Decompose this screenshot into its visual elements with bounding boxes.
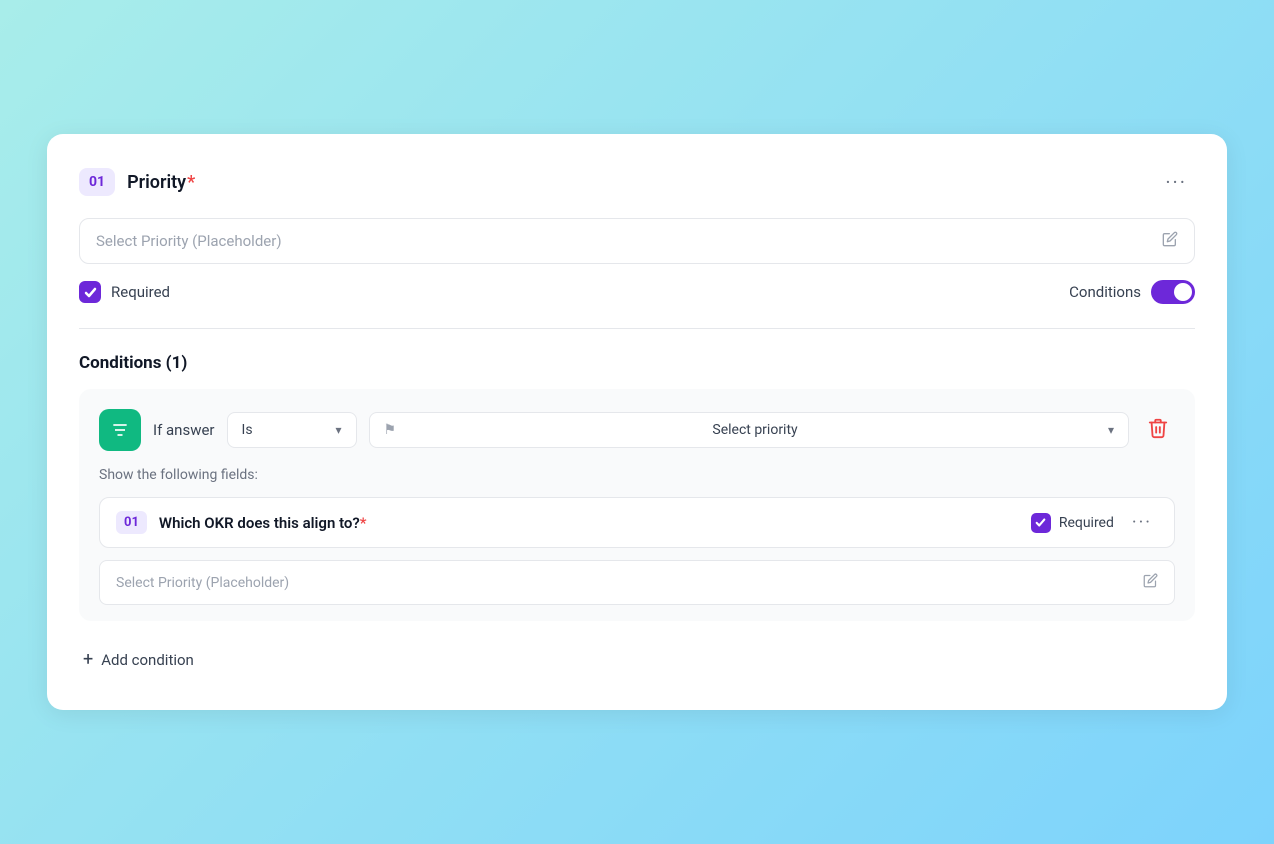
flag-icon: ⚑: [384, 422, 397, 438]
conditions-toggle[interactable]: [1151, 280, 1195, 304]
operator-chevron-icon: ▾: [335, 423, 341, 437]
placeholder-input-text: Select Priority (Placeholder): [96, 232, 1162, 250]
sub-field-required-label: Required: [1059, 515, 1114, 531]
add-condition-row[interactable]: + Add condition: [79, 641, 1195, 678]
required-label: Required: [111, 283, 170, 301]
filter-icon-button[interactable]: [99, 409, 141, 451]
show-fields-text: Show the following fields:: [99, 467, 1175, 483]
divider: [79, 328, 1195, 329]
condition-row: If answer Is ▾ ⚑ Select priority ▾: [99, 409, 1175, 451]
required-star: *: [187, 172, 195, 193]
delete-condition-button[interactable]: [1141, 411, 1175, 449]
required-left: Required: [79, 281, 170, 303]
if-answer-text: If answer: [153, 421, 215, 439]
operator-selected: Is: [242, 422, 253, 438]
add-condition-plus: +: [83, 649, 93, 670]
sub-field-required-checkbox[interactable]: [1031, 513, 1051, 533]
required-row: Required Conditions: [79, 280, 1195, 304]
sub-field-more-button[interactable]: ···: [1126, 510, 1158, 535]
sub-placeholder-row[interactable]: Select Priority (Placeholder): [99, 560, 1175, 605]
field-number-badge: 01: [79, 168, 115, 196]
priority-dropdown-label: Select priority: [712, 422, 797, 438]
sub-field-row: 01 Which OKR does this align to?* Requir…: [99, 497, 1175, 548]
field-header: 01 Priority* ···: [79, 166, 1195, 198]
field-title: Priority*: [127, 172, 195, 193]
more-menu-button[interactable]: ···: [1157, 166, 1195, 198]
sub-field-required-star: *: [360, 514, 367, 532]
sub-field-required: Required: [1031, 513, 1114, 533]
sub-edit-icon[interactable]: [1143, 573, 1158, 592]
toggle-knob: [1174, 283, 1192, 301]
priority-dropdown[interactable]: ⚑ Select priority ▾: [369, 412, 1129, 448]
field-title-text: Priority: [127, 172, 186, 193]
edit-icon[interactable]: [1162, 231, 1178, 251]
sub-field-title: Which OKR does this align to?*: [159, 514, 1019, 532]
conditions-right: Conditions: [1069, 280, 1195, 304]
priority-chevron-icon: ▾: [1108, 423, 1114, 437]
conditions-toggle-label: Conditions: [1069, 283, 1141, 301]
sub-placeholder-text: Select Priority (Placeholder): [116, 575, 1143, 591]
condition-box: If answer Is ▾ ⚑ Select priority ▾: [79, 389, 1195, 621]
add-condition-label: Add condition: [101, 651, 194, 669]
sub-field-title-text: Which OKR does this align to?: [159, 514, 360, 532]
placeholder-input-row[interactable]: Select Priority (Placeholder): [79, 218, 1195, 264]
conditions-section-title: Conditions (1): [79, 353, 1195, 373]
required-checkbox[interactable]: [79, 281, 101, 303]
sub-field-number: 01: [116, 511, 147, 534]
field-header-left: 01 Priority*: [79, 168, 195, 196]
main-card: 01 Priority* ··· Select Priority (Placeh…: [47, 134, 1227, 710]
operator-dropdown[interactable]: Is ▾: [227, 412, 357, 448]
